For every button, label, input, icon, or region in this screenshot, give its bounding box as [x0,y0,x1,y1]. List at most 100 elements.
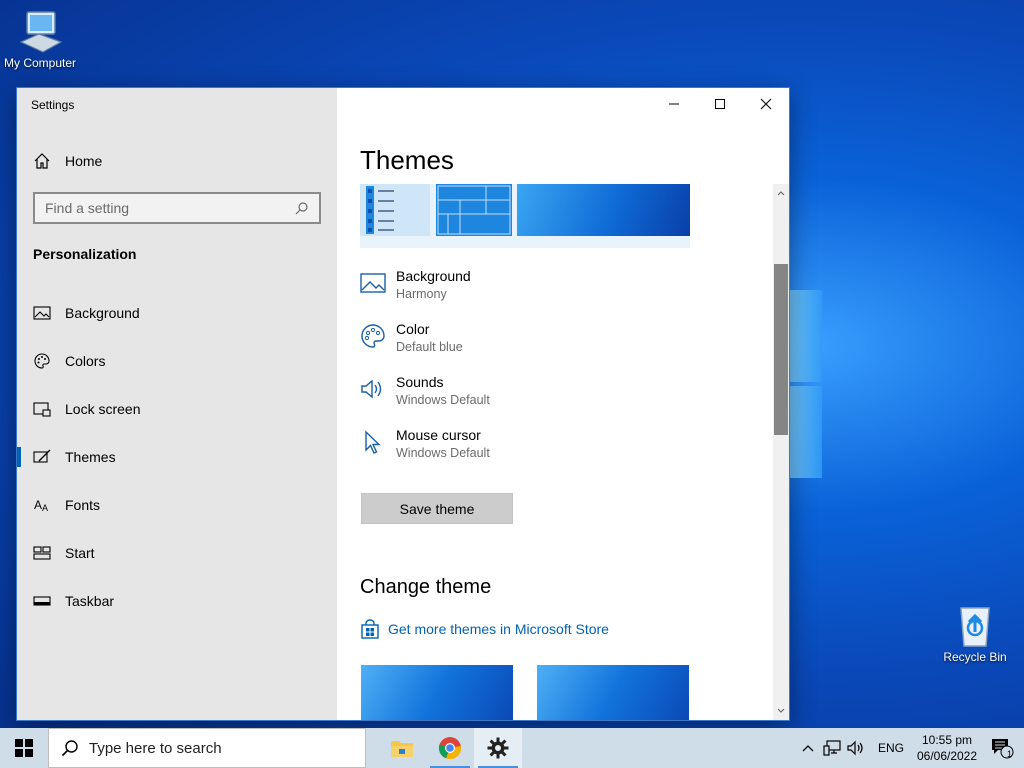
recycle-bin-icon [960,607,990,647]
sidebar-item-taskbar[interactable]: Taskbar [17,581,337,621]
property-value: Windows Default [396,393,490,407]
close-button[interactable] [743,88,789,120]
sidebar: Settings Home Find a setting Personaliza… [17,88,337,720]
sidebar-item-colors[interactable]: Colors [17,341,337,381]
scroll-up-arrow[interactable] [773,186,789,200]
settings-window: Settings Home Find a setting Personaliza… [17,88,789,720]
sidebar-item-label: Taskbar [65,593,115,609]
content-pane: Themes Background Harmony Color Default … [337,88,789,720]
action-center-button[interactable]: 1 [980,728,1024,768]
network-button[interactable] [820,728,844,768]
chevron-up-icon [802,745,814,752]
volume-button[interactable] [844,728,868,768]
theme-property-color[interactable]: Color Default blue [360,321,463,354]
svg-text:A: A [42,503,48,513]
start-icon [33,546,51,560]
sidebar-item-label: Background [65,305,140,321]
property-label: Color [396,321,430,337]
sidebar-item-start[interactable]: Start [17,533,337,573]
network-icon [823,740,841,756]
input-language-indicator[interactable]: ENG [868,741,914,755]
desktop-icon-label: My Computer [3,56,77,70]
preview-tiles [436,184,512,236]
search-icon [295,202,308,215]
microsoft-store-link[interactable]: Get more themes in Microsoft Store [360,619,609,639]
home-icon [34,153,50,169]
close-icon [760,98,772,110]
minimize-icon [669,103,679,105]
taskbar-app-chrome[interactable] [426,728,474,768]
sidebar-item-label: Colors [65,353,106,369]
svg-text:A: A [34,498,42,512]
taskbar-app-file-explorer[interactable] [378,728,426,768]
chrome-icon [438,737,461,760]
sidebar-item-themes[interactable]: Themes [17,437,337,477]
taskbar-icon [33,596,51,606]
store-link-label: Get more themes in Microsoft Store [388,621,609,637]
section-heading: Personalization [33,246,137,262]
gear-icon [487,737,509,759]
windows-start-icon [15,739,33,757]
system-tray: ENG 10:55 pm 06/06/2022 1 [796,728,1024,768]
change-theme-heading: Change theme [360,576,492,598]
image-icon [33,306,51,320]
property-label: Sounds [396,374,444,390]
theme-property-sounds[interactable]: Sounds Windows Default [360,374,490,407]
app-title: Settings [31,98,75,112]
theme-preview [360,184,690,248]
theme-thumbnail[interactable] [361,665,513,720]
maximize-icon [715,99,725,109]
windows-logo-wallpaper [788,290,824,480]
window-controls [651,88,789,120]
theme-property-mouse-cursor[interactable]: Mouse cursor Windows Default [360,427,490,460]
theme-property-background[interactable]: Background Harmony [360,268,471,301]
preview-start-menu [360,184,430,236]
property-label: Mouse cursor [396,427,481,443]
clock-date: 06/06/2022 [916,749,978,763]
maximize-button[interactable] [697,88,743,120]
property-label: Background [396,268,471,284]
start-button[interactable] [0,728,48,768]
home-label: Home [65,153,103,169]
home-nav[interactable]: Home [33,152,102,170]
minimize-button[interactable] [651,88,697,120]
folder-icon [391,741,413,757]
taskbar-clock[interactable]: 10:55 pm 06/06/2022 [914,732,980,764]
settings-search-input[interactable]: Find a setting [33,192,321,224]
search-placeholder: Find a setting [45,200,130,216]
taskbar-search-placeholder: Type here to search [89,739,222,757]
sidebar-item-label: Lock screen [65,401,141,417]
chevron-down-icon [777,708,785,713]
desktop-icon-recycle-bin[interactable]: Recycle Bin [935,602,1015,664]
image-icon [360,273,386,293]
scroll-down-arrow[interactable] [773,704,789,718]
computer-icon [19,11,63,53]
speaker-icon [847,740,863,756]
chevron-up-icon [777,191,785,196]
desktop-icon-my-computer[interactable]: My Computer [0,8,80,70]
taskbar-search-box[interactable]: Type here to search [48,728,366,768]
palette-icon [361,324,385,348]
show-hidden-icons-button[interactable] [796,728,820,768]
sidebar-item-background[interactable]: Background [17,293,337,333]
sidebar-item-label: Fonts [65,497,101,513]
property-value: Default blue [396,340,463,354]
sidebar-item-fonts[interactable]: A A Fonts [17,485,337,525]
scrollbar-thumb[interactable] [774,264,788,435]
lock-screen-icon [33,402,51,417]
sidebar-item-label: Start [65,545,95,561]
palette-icon [34,353,50,369]
brush-icon [33,449,51,463]
taskbar-app-settings[interactable] [474,728,522,768]
sidebar-item-label: Themes [65,449,116,465]
sidebar-item-lock-screen[interactable]: Lock screen [17,389,337,429]
save-theme-button[interactable]: Save theme [361,493,513,524]
clock-time: 10:55 pm [921,733,973,747]
scrollbar[interactable] [773,184,789,720]
store-icon [361,619,379,639]
property-value: Harmony [396,287,447,301]
property-value: Windows Default [396,446,490,460]
font-icon: A A [34,498,48,513]
theme-thumbnail[interactable] [537,665,689,720]
taskbar: Type here to search ENG 10:55 pm 06/06/2… [0,728,1024,768]
